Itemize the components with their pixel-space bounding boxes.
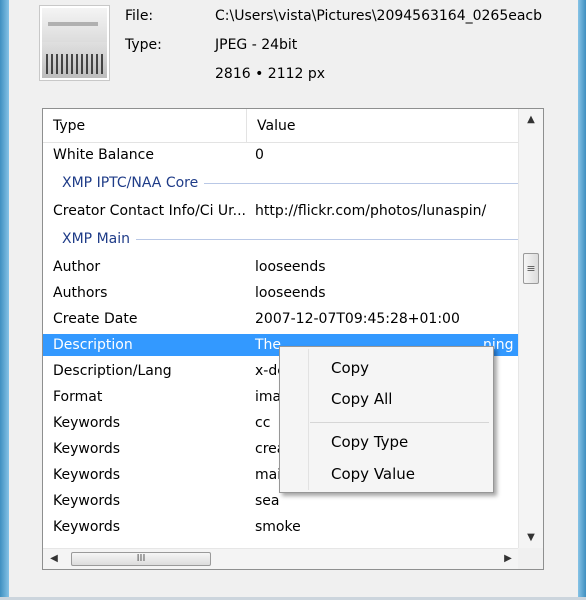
- column-header-value[interactable]: Value: [247, 109, 519, 142]
- table-row[interactable]: Create Date 2007-12-07T09:45:28+01:00: [43, 306, 519, 332]
- row-value-cell: looseends: [255, 259, 326, 275]
- row-value-cell: looseends: [255, 285, 326, 301]
- vertical-scrollbar[interactable]: ▲ ≡ ▼: [518, 109, 543, 549]
- table-row[interactable]: White Balance 0: [43, 142, 519, 168]
- row-value-cell: cc: [255, 415, 271, 431]
- table-row[interactable]: Creator Contact Info/Ci Ur... http://flic…: [43, 198, 519, 224]
- list-header: Type Value: [43, 109, 519, 143]
- row-type-cell: Keywords: [53, 441, 121, 457]
- menu-separator: [310, 422, 489, 423]
- type-value: JPEG - 24bit: [215, 37, 298, 53]
- group-title: XMP IPTC/NAA Core: [62, 168, 205, 198]
- row-value-cell: The: [255, 337, 282, 353]
- context-menu: Copy Copy All Copy Type Copy Value: [279, 346, 494, 493]
- image-thumbnail: [39, 5, 110, 81]
- file-path-value: C:\Users\vista\Pictures\2094563164_0265e…: [215, 8, 543, 24]
- column-header-type[interactable]: Type: [43, 109, 246, 142]
- table-row[interactable]: Author looseends: [43, 254, 519, 280]
- menu-item-copy-value[interactable]: Copy Value: [282, 461, 491, 487]
- menu-item-copy-all[interactable]: Copy All: [282, 386, 491, 412]
- metadata-list[interactable]: Type Value White Balance 0 XMP IPTC/NAA Co…: [42, 108, 544, 570]
- row-type-cell: Keywords: [53, 467, 121, 483]
- row-type-cell: Create Date: [53, 311, 138, 327]
- menu-item-copy[interactable]: Copy: [282, 355, 491, 381]
- row-type-cell: Keywords: [53, 493, 121, 509]
- vertical-scroll-thumb[interactable]: ≡: [523, 253, 539, 284]
- window-frame-left: [0, 0, 9, 600]
- group-title: XMP Main: [62, 224, 136, 254]
- row-type-cell: Format: [53, 389, 103, 405]
- row-value-cell: mai: [255, 467, 282, 483]
- row-type-cell: Creator Contact Info/Ci Ur...: [53, 203, 246, 219]
- horizontal-scrollbar[interactable]: ◀ III ▶: [43, 548, 519, 569]
- row-value-cell: http://flickr.com/photos/lunaspin/: [255, 203, 487, 219]
- row-value-cell: sea: [255, 493, 280, 509]
- row-type-cell: Description: [53, 337, 133, 353]
- group-header: XMP Main: [43, 224, 519, 254]
- row-value-cell: 0: [255, 147, 264, 163]
- row-type-cell: White Balance: [53, 147, 154, 163]
- scroll-down-button[interactable]: ▼: [519, 527, 543, 549]
- row-value-cell: 2007-12-07T09:45:28+01:00: [255, 311, 460, 327]
- scroll-left-button[interactable]: ◀: [43, 549, 65, 569]
- row-type-cell: Keywords: [53, 415, 121, 431]
- scroll-up-button[interactable]: ▲: [519, 109, 543, 131]
- scrollbar-corner: [518, 548, 543, 569]
- table-row[interactable]: Authors looseends: [43, 280, 519, 306]
- row-type-cell: Keywords: [53, 519, 121, 535]
- horizontal-scroll-thumb[interactable]: III: [71, 552, 211, 566]
- row-type-cell: Authors: [53, 285, 108, 301]
- table-row[interactable]: Keywords smoke: [43, 514, 519, 540]
- dimensions-value: 2816 • 2112 px: [215, 66, 326, 82]
- scroll-right-button[interactable]: ▶: [497, 549, 519, 569]
- menu-item-copy-type[interactable]: Copy Type: [282, 429, 491, 455]
- row-type-cell: Author: [53, 259, 101, 275]
- group-header: XMP IPTC/NAA Core: [43, 168, 519, 198]
- row-type-cell: Description/Lang: [53, 363, 172, 379]
- file-label: File:: [125, 8, 154, 24]
- type-label: Type:: [125, 37, 162, 53]
- row-value-cell: smoke: [255, 519, 301, 535]
- window-frame-right: [578, 0, 586, 600]
